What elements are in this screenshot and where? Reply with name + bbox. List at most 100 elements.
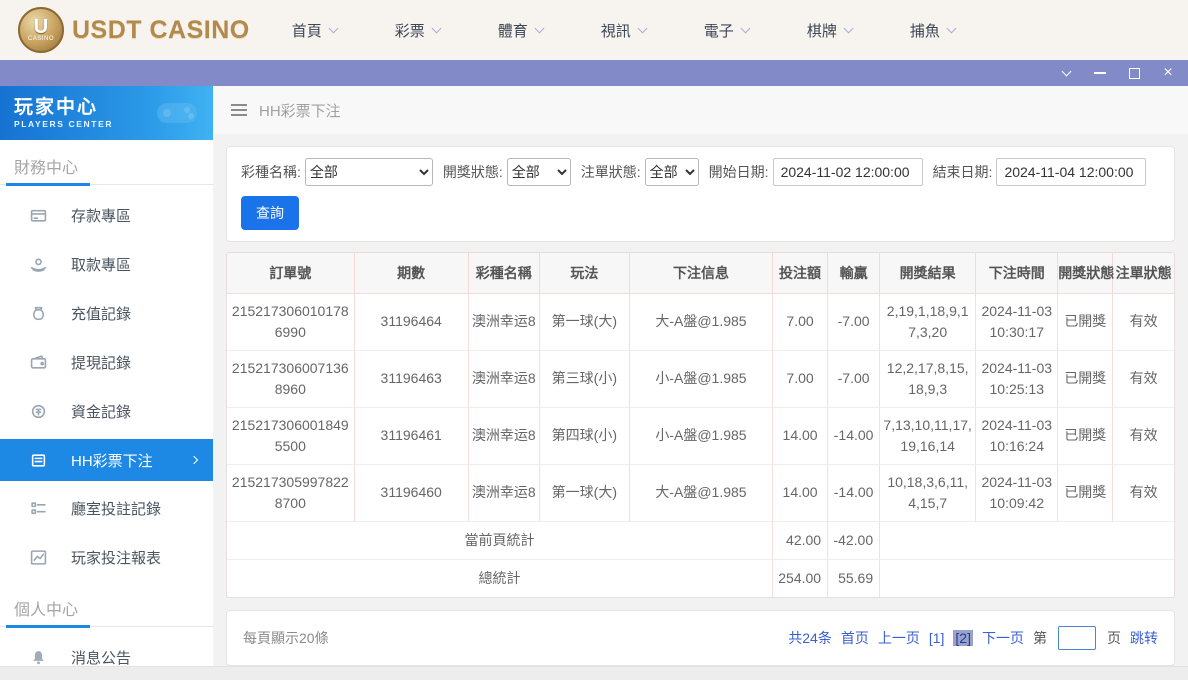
menu-toggle-icon[interactable] [231,104,247,116]
nav-item-fishing[interactable]: 捕魚 [910,20,955,41]
sidebar-item-recharge-record[interactable]: 充值記錄 [0,289,213,338]
nav-item-sports[interactable]: 體育 [498,20,543,41]
sidebar-item-room-bet-record[interactable]: 廳室投註記錄 [0,484,213,533]
nav-item-slots[interactable]: 電子 [704,20,749,41]
page-2-link-current[interactable]: [2] [953,630,973,646]
search-button[interactable]: 查詢 [241,196,299,230]
draw-status-label: 開獎狀態: [443,162,503,182]
lottery-name-label: 彩種名稱: [241,162,301,182]
cell-bet-info: 小-A盤@1.985 [629,350,772,407]
cell-win-loss: -14.00 [828,464,880,521]
sidebar-item-player-bet-report[interactable]: 玩家投注報表 [0,533,213,582]
brand: U CASINO USDT CASINO [18,7,250,53]
sidebar-item-withdraw-record[interactable]: 提現記錄 [0,338,213,387]
sidebar-item-messages[interactable]: 消息公告 [0,633,213,680]
cell-bet-amount: 7.00 [773,293,828,350]
window-titlebar: × [0,60,1188,86]
cell-lottery: 澳洲幸运8 [468,350,539,407]
chevron-down-icon [328,23,338,33]
page-title: HH彩票下注 [259,100,341,121]
chevron-down-icon [740,23,750,33]
deposit-card-icon [30,207,47,224]
nav-label: 體育 [498,20,528,41]
window-close-icon[interactable]: × [1158,63,1178,83]
sidebar-item-deposit-area[interactable]: 存款專區 [0,191,213,240]
filter-panel: 彩種名稱: 全部 開獎狀態: 全部 注單狀態: 全部 開始日期: 結束日期: 查… [226,146,1175,242]
cell-order-id: 2152173060018495500 [227,407,354,464]
col-draw-result: 開獎結果 [880,253,976,293]
end-date-label: 結束日期: [933,162,993,182]
lottery-bet-icon [30,452,47,469]
window-maximize-icon[interactable] [1124,63,1144,83]
cell-play: 第四球(小) [539,407,629,464]
table-row: 2152173060101786990 31196464 澳洲幸运8 第一球(大… [227,293,1174,350]
nav-label: 電子 [704,20,734,41]
window-collapse-icon[interactable] [1056,63,1076,83]
main-content: HH彩票下注 彩種名稱: 全部 開獎狀態: 全部 注單狀態: 全部 開始日期: … [213,86,1188,666]
lottery-select[interactable]: 全部 [305,158,433,186]
sidebar-item-hh-lottery-bet[interactable]: HH彩票下注 [0,439,213,481]
table-row: 2152173060018495500 31196461 澳洲幸运8 第四球(小… [227,407,1174,464]
page-1-link[interactable]: [1] [929,630,945,646]
order-status-select[interactable]: 全部 [645,158,699,186]
col-win-loss: 輸贏 [828,253,880,293]
main-nav: 首頁 彩票 體育 視訊 電子 棋牌 捕魚 [292,20,955,41]
cell-play: 第一球(大) [539,293,629,350]
cell-order-status: 有效 [1113,464,1174,521]
hand-money-icon [30,256,47,273]
end-date-input[interactable] [996,158,1146,186]
sidebar-item-funds-record[interactable]: 資金記錄 [0,387,213,436]
top-navbar: U CASINO USDT CASINO 首頁 彩票 體育 視訊 電子 棋牌 捕… [0,0,1188,60]
pagination-bar: 每頁顯示20條 共24条 首页 上一页 [1] [2] 下一页 第 页 跳转 [226,610,1175,666]
nav-item-cards[interactable]: 棋牌 [807,20,852,41]
sidebar-item-label: 消息公告 [71,647,131,668]
cell-order-id: 2152173059978228700 [227,464,354,521]
start-date-label: 開始日期: [709,162,769,182]
page-total-row: 當前頁統計 42.00 -42.00 [227,521,1174,559]
prev-page-link[interactable]: 上一页 [878,628,920,648]
draw-status-select[interactable]: 全部 [507,158,571,186]
coin-record-icon [30,403,47,420]
coin-subtext: CASINO [28,36,54,42]
col-order-id: 訂單號 [227,253,354,293]
window-minimize-icon[interactable] [1090,63,1110,83]
next-page-link[interactable]: 下一页 [982,628,1024,648]
col-bet-info: 下注信息 [629,253,772,293]
sidebar: 玩家中心 PLAYERS CENTER 財務中心 存款專區 [0,86,213,666]
page-number-input[interactable] [1058,626,1096,650]
cell-draw-result: 2,19,1,18,9,17,3,20 [880,293,976,350]
brand-name: USDT CASINO [72,16,250,45]
sidebar-item-label: 廳室投註記錄 [71,498,161,519]
nav-item-home[interactable]: 首頁 [292,20,337,41]
section-finance-title: 財務中心 [0,140,213,184]
sidebar-item-withdraw-area[interactable]: 取款專區 [0,240,213,289]
col-order-status: 注單狀態 [1113,253,1174,293]
first-page-link[interactable]: 首页 [841,628,869,648]
col-draw-status: 開獎狀態 [1058,253,1113,293]
section-underline [0,184,213,185]
col-play: 玩法 [539,253,629,293]
section-personal-title: 個人中心 [0,582,213,626]
chevron-down-icon [946,23,956,33]
cell-bet-info: 大-A盤@1.985 [629,293,772,350]
cell-lottery: 澳洲幸运8 [468,464,539,521]
cell-bet-time: 2024-11-03 10:30:17 [976,293,1058,350]
nav-item-lottery[interactable]: 彩票 [395,20,440,41]
cell-draw-status: 已開獎 [1058,407,1113,464]
chevron-down-icon [534,23,544,33]
cell-bet-amount: 14.00 [773,407,828,464]
cell-win-loss: -7.00 [828,293,880,350]
start-date-input[interactable] [773,158,923,186]
jump-link[interactable]: 跳转 [1130,628,1158,648]
grand-total-label: 總統計 [227,559,773,597]
sidebar-item-label: 資金記錄 [71,401,131,422]
cell-play: 第三球(小) [539,350,629,407]
bets-table: 訂單號 期數 彩種名稱 玩法 下注信息 投注額 輸贏 開獎結果 下注時間 開獎狀… [227,253,1174,597]
nav-item-video[interactable]: 視訊 [601,20,646,41]
total-count-label: 共24条 [788,628,832,648]
cell-order-status: 有效 [1113,293,1174,350]
grand-total-win: 55.69 [828,559,880,597]
nav-label: 捕魚 [910,20,940,41]
bell-icon [30,649,47,666]
report-chart-icon [30,549,47,566]
